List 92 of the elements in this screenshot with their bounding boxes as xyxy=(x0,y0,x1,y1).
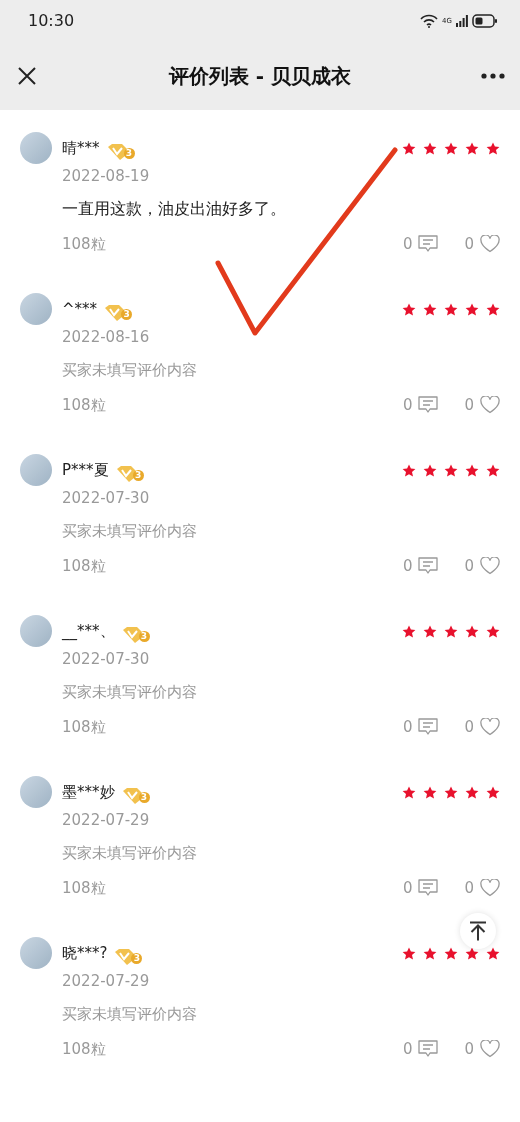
star-icon xyxy=(465,141,479,155)
comment-icon[interactable] xyxy=(418,879,439,897)
heart-icon[interactable] xyxy=(480,1040,500,1058)
star-icon xyxy=(444,463,458,477)
comment-count: 0 xyxy=(402,1038,413,1060)
page-title: 评价列表 - 贝贝成衣 xyxy=(167,63,353,90)
comment-icon[interactable] xyxy=(418,557,439,575)
star-icon xyxy=(486,624,500,638)
like-count: 0 xyxy=(464,233,474,255)
comment-count: 0 xyxy=(402,555,413,577)
empty-review-text: 买家未填写评价内容 xyxy=(62,360,198,381)
like-count: 0 xyxy=(464,1038,474,1060)
avatar xyxy=(20,132,52,164)
user-name: 墨***妙 xyxy=(62,781,115,803)
like-count: 0 xyxy=(464,877,474,899)
comment-icon[interactable] xyxy=(418,235,439,253)
star-icon xyxy=(423,785,437,799)
star-icon xyxy=(486,302,500,316)
star-icon xyxy=(444,785,458,799)
star-icon xyxy=(402,785,416,799)
wifi-icon xyxy=(420,14,439,28)
like-count: 0 xyxy=(464,716,474,738)
user-name: ^*** xyxy=(62,298,98,320)
back-to-top-button[interactable] xyxy=(460,913,496,949)
user-name: 晴*** xyxy=(62,137,100,159)
star-icon xyxy=(423,624,437,638)
star-icon xyxy=(444,946,458,960)
product-spec: 108粒 xyxy=(62,1038,106,1060)
star-icon xyxy=(486,785,500,799)
user-name: __***、 xyxy=(62,620,115,643)
battery-icon xyxy=(472,14,498,28)
comment-icon[interactable] xyxy=(418,396,439,414)
avatar xyxy=(20,776,52,808)
product-spec: 108粒 xyxy=(62,716,106,738)
review-date: 2022-08-19 xyxy=(62,166,151,187)
review-date: 2022-07-30 xyxy=(62,488,151,509)
empty-review-text: 买家未填写评价内容 xyxy=(62,521,198,542)
star-icon xyxy=(402,463,416,477)
star-icon xyxy=(444,302,458,316)
star-icon xyxy=(423,463,437,477)
heart-icon[interactable] xyxy=(480,396,500,414)
comment-icon[interactable] xyxy=(418,1040,439,1058)
empty-review-text: 买家未填写评价内容 xyxy=(62,682,198,703)
star-icon xyxy=(465,463,479,477)
heart-icon[interactable] xyxy=(480,235,500,253)
comment-count: 0 xyxy=(402,877,413,899)
empty-review-text: 买家未填写评价内容 xyxy=(62,843,198,864)
review-text: 一直用这款，油皮出油好多了。 xyxy=(62,198,287,220)
arrow-up-icon[interactable] xyxy=(469,921,487,941)
star-icon xyxy=(423,141,437,155)
avatar xyxy=(20,454,52,486)
avatar xyxy=(20,937,52,969)
product-spec: 108粒 xyxy=(62,877,106,899)
heart-icon[interactable] xyxy=(480,879,500,897)
comment-icon[interactable] xyxy=(418,718,439,736)
review-date: 2022-07-29 xyxy=(62,810,151,831)
star-icon xyxy=(465,785,479,799)
comment-count: 0 xyxy=(402,716,413,738)
review-date: 2022-08-16 xyxy=(62,327,151,348)
star-icon xyxy=(402,946,416,960)
product-spec: 108粒 xyxy=(62,233,106,255)
like-count: 0 xyxy=(464,555,474,577)
star-icon xyxy=(423,302,437,316)
avatar xyxy=(20,615,52,647)
comment-count: 0 xyxy=(402,394,413,416)
signal-icon xyxy=(456,15,468,27)
status-time: 10:30 xyxy=(28,10,75,32)
star-icon xyxy=(465,302,479,316)
review-date: 2022-07-29 xyxy=(62,971,151,992)
star-icon xyxy=(444,624,458,638)
product-spec: 108粒 xyxy=(62,555,106,577)
heart-icon[interactable] xyxy=(480,557,500,575)
star-icon xyxy=(465,946,479,960)
like-count: 0 xyxy=(464,394,474,416)
avatar xyxy=(20,293,52,325)
star-icon xyxy=(486,463,500,477)
product-spec: 108粒 xyxy=(62,394,106,416)
more-icon[interactable] xyxy=(481,73,505,79)
comment-count: 0 xyxy=(402,233,413,255)
star-icon xyxy=(486,141,500,155)
star-icon xyxy=(444,141,458,155)
heart-icon[interactable] xyxy=(480,718,500,736)
review-date: 2022-07-30 xyxy=(62,649,151,670)
user-name: P***夏 xyxy=(62,459,109,481)
star-icon xyxy=(402,141,416,155)
empty-review-text: 买家未填写评价内容 xyxy=(62,1004,198,1025)
star-icon xyxy=(486,946,500,960)
star-icon xyxy=(402,624,416,638)
star-icon xyxy=(402,302,416,316)
user-name: 晓***? xyxy=(62,942,108,964)
star-icon xyxy=(423,946,437,960)
star-icon xyxy=(465,624,479,638)
